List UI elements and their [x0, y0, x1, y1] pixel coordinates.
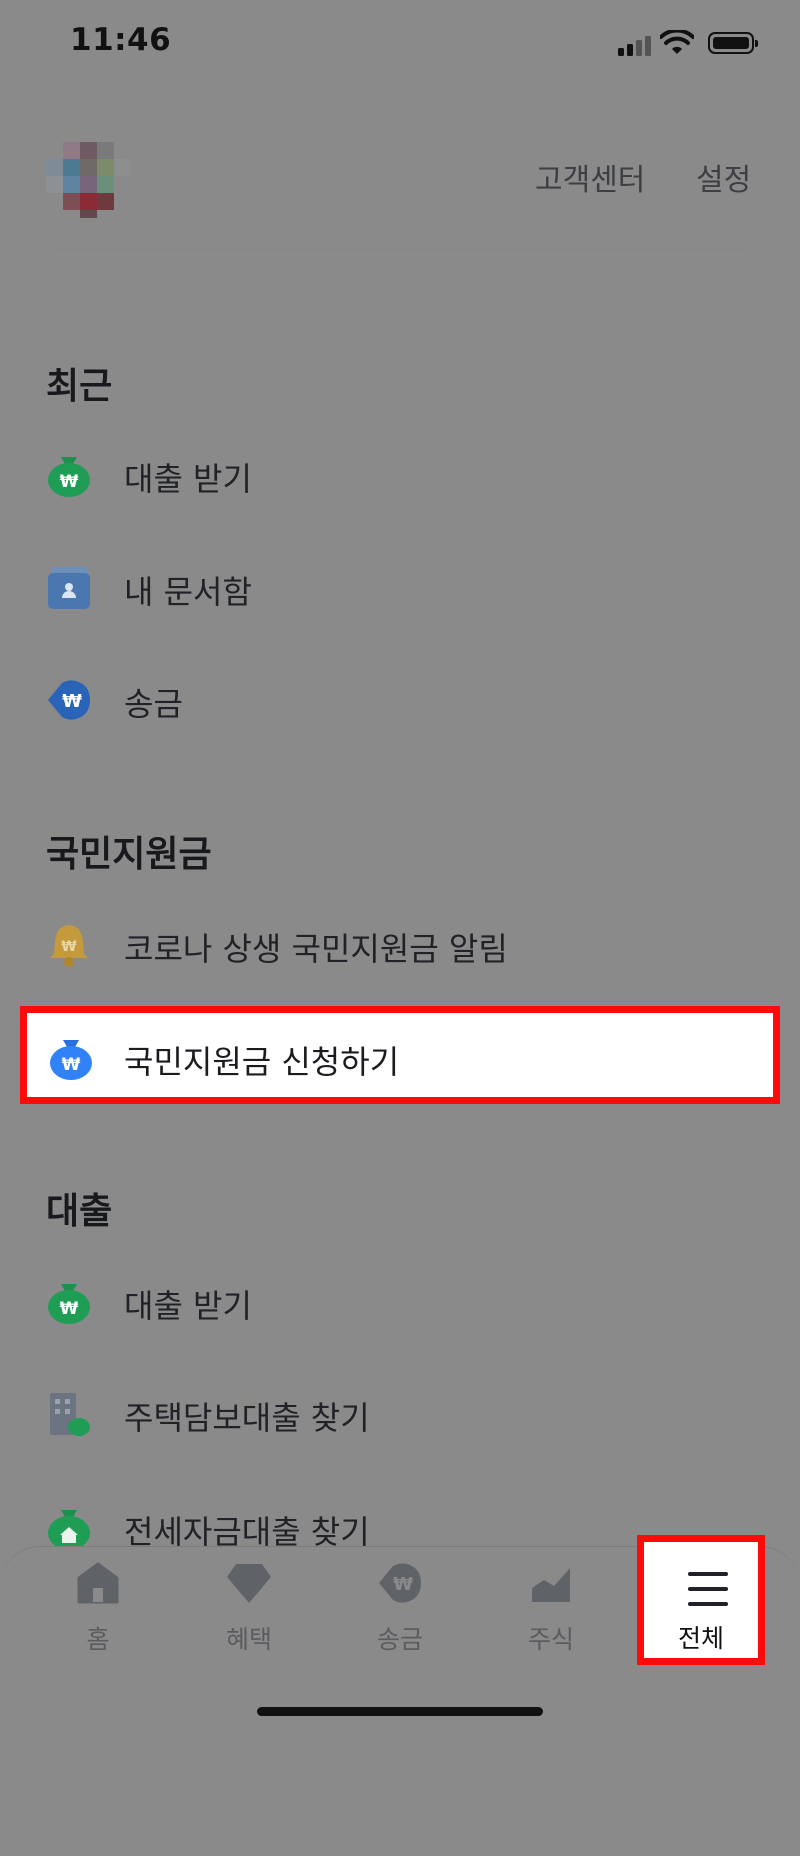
list-item-label: 코로나 상생 국민지원금 알림 [124, 930, 508, 968]
avatar[interactable] [46, 142, 134, 218]
building-money-icon [50, 1393, 90, 1436]
home-icon [77, 1562, 119, 1604]
customer-center-link[interactable]: 고객센터 [535, 155, 645, 199]
list-item-label: 대출 받기 [124, 460, 252, 498]
svg-text:₩: ₩ [60, 472, 79, 492]
nav-tab-home[interactable]: 홈 [43, 1560, 153, 1680]
gem-icon [227, 1564, 271, 1603]
section-title-recent: 최근 [46, 366, 113, 407]
stock-chart-icon [532, 1568, 570, 1602]
nav-label: 주식 [527, 1625, 574, 1654]
list-item-loan[interactable]: ₩ 대출 받기 [46, 1279, 746, 1339]
section-title-support-fund: 국민지원금 [46, 834, 212, 875]
green-money-bag-icon: ₩ [48, 1284, 90, 1324]
home-indicator [257, 1707, 543, 1716]
transfer-won-icon: ₩ [379, 1563, 421, 1603]
nav-label: 송금 [376, 1625, 423, 1654]
nav-tab-stocks[interactable]: 주식 [496, 1560, 606, 1680]
nav-label: 전체 [677, 1624, 724, 1653]
transfer-won-icon: ₩ [48, 680, 90, 720]
cellular-signal-icon [618, 36, 654, 56]
nav-tab-all[interactable]: 전체 [637, 1535, 765, 1665]
bell-icon: ₩ [50, 925, 88, 967]
list-item-document-box[interactable]: 내 문서함 [46, 565, 746, 625]
svg-text:₩: ₩ [61, 939, 77, 955]
section-title-loan: 대출 [46, 1191, 113, 1232]
menu-icon [688, 1572, 728, 1617]
nav-label: 혜택 [225, 1625, 272, 1654]
green-money-bag-icon: ₩ [48, 457, 90, 497]
svg-text:₩: ₩ [62, 1055, 81, 1075]
nav-tab-benefits[interactable]: 혜택 [194, 1560, 304, 1680]
list-item-label: 대출 받기 [124, 1287, 252, 1325]
list-item-label: 내 문서함 [124, 573, 252, 611]
wifi-icon [660, 30, 694, 54]
list-item-label: 주택담보대출 찾기 [124, 1399, 370, 1437]
svg-text:₩: ₩ [62, 691, 82, 712]
battery-icon [708, 32, 758, 54]
blue-money-bag-icon: ₩ [50, 1040, 92, 1080]
status-time: 11:46 [70, 22, 172, 58]
house-money-icon [48, 1510, 90, 1550]
settings-link[interactable]: 설정 [696, 155, 751, 199]
list-item-mortgage-loan[interactable]: 주택담보대출 찾기 [46, 1391, 746, 1451]
nav-label: 홈 [86, 1625, 110, 1654]
nav-tab-transfer[interactable]: ₩ 송금 [345, 1560, 455, 1680]
list-item-label: 송금 [124, 685, 183, 723]
list-item-transfer[interactable]: ₩ 송금 [46, 677, 746, 737]
list-item-label: 국민지원금 신청하기 [124, 1043, 400, 1081]
list-item-apply-support-fund[interactable]: ₩ 국민지원금 신청하기 [20, 1006, 780, 1104]
svg-text:₩: ₩ [60, 1299, 79, 1319]
document-box-icon [48, 567, 90, 609]
list-item-support-fund-alert[interactable]: ₩ 코로나 상생 국민지원금 알림 [46, 922, 746, 982]
list-item-recent-loan[interactable]: ₩ 대출 받기 [46, 452, 746, 512]
svg-text:₩: ₩ [393, 1574, 413, 1595]
